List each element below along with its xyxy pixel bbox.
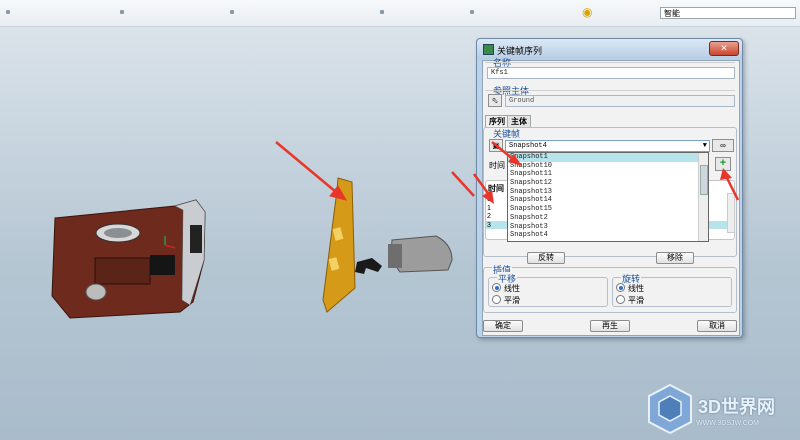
radio-label: 平滑 bbox=[628, 296, 644, 305]
watermark-url: WWW.3DSJW.COM bbox=[696, 420, 759, 427]
annotation-arrow bbox=[491, 141, 522, 166]
translation-linear-radio[interactable]: 线性 bbox=[492, 283, 520, 294]
annotation-arrow bbox=[472, 173, 494, 204]
top-toolbar: ◉ 智能 bbox=[0, 0, 800, 27]
radio-label: 线性 bbox=[628, 284, 644, 293]
ok-button[interactable]: 确定 bbox=[483, 320, 523, 332]
toolbar-handle bbox=[230, 10, 234, 14]
reference-body-field[interactable]: Ground bbox=[505, 95, 735, 107]
radio-empty-icon bbox=[492, 295, 501, 304]
toolbar-handle bbox=[6, 10, 10, 14]
lock-body-model bbox=[51, 199, 206, 319]
list-item[interactable]: Snapshot3 bbox=[508, 223, 708, 232]
annotation-arrow bbox=[720, 168, 740, 201]
close-button[interactable]: ✕ bbox=[709, 41, 739, 56]
dialog-titlebar[interactable]: 关键帧序列 ✕ bbox=[477, 39, 742, 59]
radio-selected-icon bbox=[492, 283, 501, 292]
cancel-button[interactable]: 取消 bbox=[697, 320, 737, 332]
search-input[interactable]: 智能 bbox=[660, 7, 796, 19]
latch-model bbox=[355, 258, 382, 274]
lightbulb-icon[interactable]: ◉ bbox=[582, 5, 592, 19]
annotation-arrow bbox=[275, 141, 348, 201]
annotation-arrows-overlay bbox=[472, 141, 740, 204]
divider bbox=[485, 62, 735, 63]
cursor-arrow-icon: ⬁ bbox=[491, 96, 499, 105]
remove-button[interactable]: 移除 bbox=[656, 252, 694, 264]
name-field[interactable]: Kfs1 bbox=[487, 67, 735, 79]
rotation-smooth-radio[interactable]: 平滑 bbox=[616, 295, 644, 306]
list-item[interactable]: Snapshot4 bbox=[508, 231, 708, 240]
radio-label: 平滑 bbox=[504, 296, 520, 305]
watermark-brand: 3D世界网 bbox=[698, 397, 776, 417]
cube-logo-icon bbox=[648, 383, 692, 435]
select-pointer-button[interactable]: ⬁ bbox=[488, 94, 502, 107]
radio-selected-icon bbox=[616, 283, 625, 292]
toolbar-handle bbox=[380, 10, 384, 14]
toolbar-handle bbox=[470, 10, 474, 14]
regenerate-button[interactable]: 再生 bbox=[590, 320, 630, 332]
bolt-model bbox=[388, 235, 453, 273]
dialog-app-icon bbox=[483, 44, 494, 55]
rotation-linear-radio[interactable]: 线性 bbox=[616, 283, 644, 294]
toolbar-handle bbox=[120, 10, 124, 14]
list-item[interactable]: Snapshot2 bbox=[508, 214, 708, 223]
reverse-button[interactable]: 反转 bbox=[527, 252, 565, 264]
radio-label: 线性 bbox=[504, 284, 520, 293]
model-viewport[interactable] bbox=[0, 26, 476, 440]
translation-smooth-radio[interactable]: 平滑 bbox=[492, 295, 520, 306]
divider bbox=[485, 90, 735, 91]
radio-empty-icon bbox=[616, 295, 625, 304]
